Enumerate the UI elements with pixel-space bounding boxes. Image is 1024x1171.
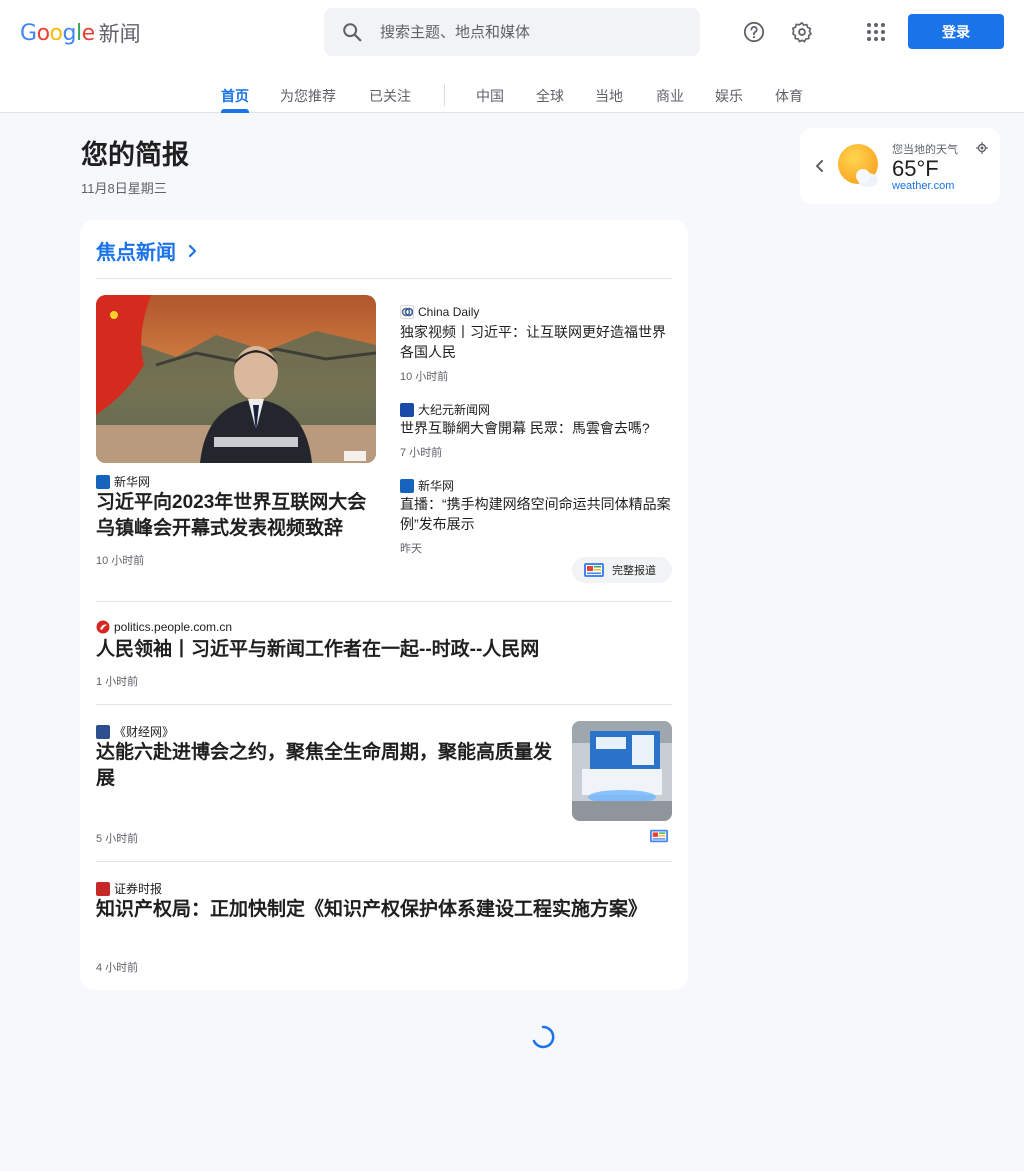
epoch-times-logo-icon [400, 402, 414, 417]
china-daily-logo-icon [400, 305, 414, 319]
source-name: 《财经网》 [114, 725, 175, 739]
chevron-left-icon[interactable] [810, 156, 830, 176]
xinhua-logo-icon [96, 474, 110, 489]
partly-cloudy-icon [838, 144, 878, 187]
xinhua-logo-icon [400, 478, 414, 493]
related-story-headline[interactable]: 独家视频丨习近平：让互联网更好造福世界各国人民 [400, 322, 672, 362]
related-story-source[interactable]: 新华网 [400, 477, 454, 494]
story-time: 4 小时前 [96, 962, 139, 974]
tab-entertainment[interactable]: 娱乐 [715, 86, 743, 113]
tab-for-you[interactable]: 为您推荐 [280, 86, 336, 113]
weather-temperature: 65°F [892, 156, 939, 181]
story-source[interactable]: politics.people.com.cn [96, 620, 232, 634]
gear-icon[interactable] [782, 12, 822, 52]
story-time: 5 小时前 [96, 833, 139, 845]
tab-business[interactable]: 商业 [656, 86, 684, 113]
briefing-date: 11月8日星期三 [81, 181, 167, 196]
hero-image[interactable] [96, 295, 376, 463]
stcn-logo-icon [96, 881, 110, 896]
top-bar: Google 新闻 登录 首页 为您推荐 已关注 中国 全球 当地 商业 娱乐 … [0, 0, 1024, 113]
search-box[interactable] [324, 8, 700, 56]
source-name: 新华网 [418, 479, 455, 493]
caijing-logo-icon [96, 724, 110, 739]
section-tabs: 首页 为您推荐 已关注 中国 全球 当地 商业 娱乐 体育 [0, 76, 1024, 113]
related-story-headline[interactable]: 世界互聯網大會開幕 民眾：馬雲會去嗎? [400, 418, 672, 438]
related-story-time: 7 小时前 [400, 447, 443, 459]
source-name: China Daily [418, 305, 480, 319]
google-wordmark: Google [20, 20, 95, 46]
story-headline[interactable]: 人民领袖丨习近平与新闻工作者在一起--时政--人民网 [96, 637, 672, 663]
main-story-source[interactable]: 新华网 [96, 473, 150, 490]
source-name: 证券时报 [114, 882, 163, 896]
related-story-source[interactable]: 大纪元新闻网 [400, 401, 490, 418]
weather-source-link[interactable]: weather.com [892, 180, 954, 192]
tab-home[interactable]: 首页 [221, 86, 249, 113]
help-icon[interactable] [734, 12, 774, 52]
people-logo-icon [96, 620, 110, 634]
related-story-source[interactable]: China Daily [400, 305, 479, 319]
chevron-right-icon [188, 244, 197, 257]
source-name: 大纪元新闻网 [418, 403, 491, 417]
full-coverage-button[interactable]: 完整报道 [572, 557, 672, 583]
related-story-time: 昨天 [400, 543, 422, 555]
divider [96, 704, 672, 705]
source-name: politics.people.com.cn [114, 620, 233, 634]
weather-widget[interactable]: 您当地的天气 65°F weather.com [800, 128, 1000, 204]
full-coverage-icon [584, 563, 604, 577]
related-story-headline[interactable]: 直播：“携手构建网络空间命运共同体精品案例”发布展示 [400, 494, 674, 534]
google-news-logo[interactable]: Google 新闻 [20, 18, 141, 48]
story-source[interactable]: 证券时报 [96, 880, 162, 897]
main-story-time: 10 小时前 [96, 555, 145, 567]
divider [96, 601, 672, 602]
tab-local[interactable]: 当地 [595, 86, 623, 113]
top-stories-heading: 焦点新闻 [96, 242, 176, 264]
location-icon[interactable] [976, 142, 988, 154]
full-coverage-icon[interactable] [650, 829, 668, 843]
story-time: 1 小时前 [96, 676, 139, 688]
top-stories-heading-link[interactable]: 焦点新闻 [96, 236, 202, 265]
story-source[interactable]: 《财经网》 [96, 723, 174, 740]
weather-label: 您当地的天气 [892, 144, 958, 156]
main-story-headline[interactable]: 习近平向2023年世界互联网大会乌镇峰会开幕式发表视频致辞 [96, 490, 380, 542]
story-headline[interactable]: 达能六赴进博会之约，聚焦全生命周期，聚能高质量发展 [96, 740, 562, 792]
full-coverage-label: 完整报道 [612, 565, 656, 577]
search-input[interactable] [380, 23, 680, 41]
search-icon[interactable] [324, 8, 380, 56]
sign-in-button[interactable]: 登录 [908, 14, 1004, 49]
story-thumbnail[interactable] [572, 721, 672, 821]
logo-suffix: 新闻 [98, 23, 141, 46]
story-headline[interactable]: 知识产权局：正加快制定《知识产权保护体系建设工程实施方案》 [96, 897, 656, 923]
tab-divider [444, 84, 445, 106]
briefing-title: 您的简报 [81, 140, 189, 170]
loading-spinner-icon [532, 1025, 555, 1049]
top-stories-card: 焦点新闻 新华网 习近平向2023年世界互联网大会乌镇峰会开幕式发表视频致辞 1… [80, 220, 688, 990]
divider [96, 278, 672, 279]
tab-world[interactable]: 全球 [536, 86, 564, 113]
related-story-time: 10 小时前 [400, 371, 449, 383]
apps-grid-icon[interactable] [856, 12, 896, 52]
tab-china[interactable]: 中国 [476, 86, 504, 113]
tab-following[interactable]: 已关注 [369, 86, 411, 113]
divider [96, 861, 672, 862]
source-name: 新华网 [114, 475, 151, 489]
tab-sports[interactable]: 体育 [775, 86, 803, 113]
